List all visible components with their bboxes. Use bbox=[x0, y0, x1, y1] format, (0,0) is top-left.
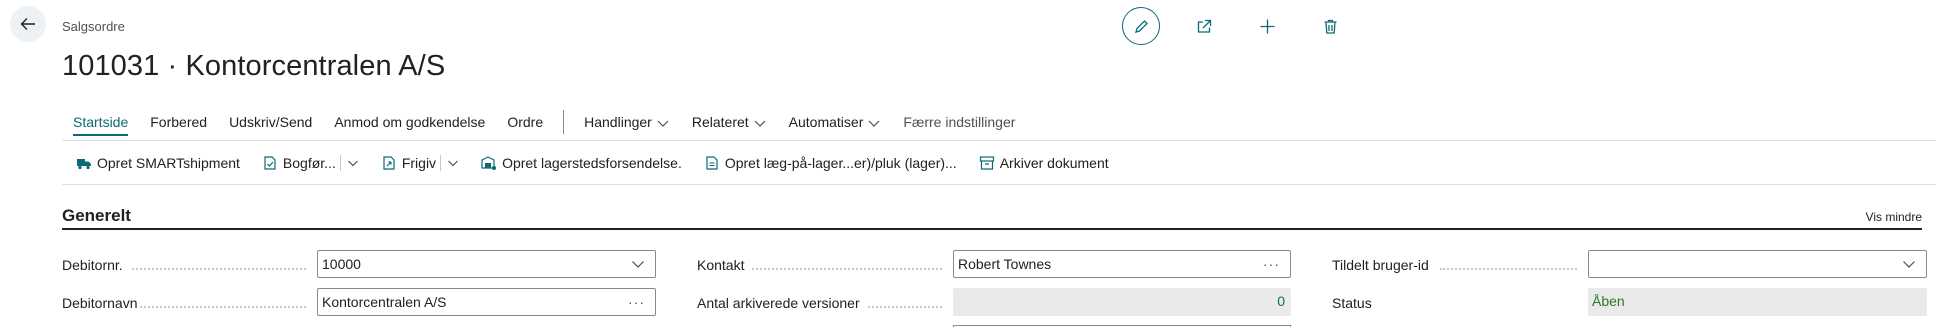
tab-anmod-om-godkendelse[interactable]: Anmod om godkendelse bbox=[334, 114, 485, 130]
arkiver-dokument-label: Arkiver dokument bbox=[999, 155, 1109, 171]
frigiv-label: Frigiv bbox=[401, 155, 437, 171]
frigiv-dropdown[interactable] bbox=[440, 155, 459, 171]
tab-forbered[interactable]: Forbered bbox=[150, 114, 207, 130]
bogfor-label: Bogfør... bbox=[282, 155, 336, 171]
debitornavn-label: Debitornavn bbox=[62, 295, 138, 311]
post-icon bbox=[264, 156, 276, 170]
edit-icon bbox=[1134, 19, 1148, 33]
opret-smartshipment-label: Opret SMARTshipment bbox=[97, 155, 240, 171]
chevron-down-icon bbox=[347, 160, 358, 167]
chevron-down-icon bbox=[448, 160, 458, 167]
chevron-down-icon bbox=[1903, 261, 1915, 268]
chevron-down-icon bbox=[657, 120, 669, 127]
debitornavn-field[interactable]: Kontorcentralen A/S ··· bbox=[317, 288, 656, 316]
warehouse-shipment-icon bbox=[481, 156, 497, 170]
tildelt-bruger-id-label: Tildelt bruger-id bbox=[1332, 257, 1429, 273]
opret-laeg-paa-lager-label: Opret læg-på-lager...er)/pluk (lager)... bbox=[724, 155, 957, 171]
tab-divider bbox=[563, 110, 565, 134]
status-field: Åben bbox=[1588, 288, 1927, 316]
tab-faerre-indstillinger[interactable]: Færre indstillinger bbox=[903, 114, 1015, 130]
tab-handlinger[interactable]: Handlinger bbox=[584, 114, 670, 130]
debitornavn-value: Kontorcentralen A/S bbox=[322, 294, 447, 310]
add-icon bbox=[1260, 19, 1274, 33]
archive-icon bbox=[979, 156, 994, 170]
kontakt-field[interactable]: Robert Townes ··· bbox=[953, 250, 1291, 278]
frigiv-button[interactable]: Frigiv bbox=[381, 155, 459, 171]
opret-smartshipment-button[interactable]: Opret SMARTshipment bbox=[76, 155, 240, 171]
back-button[interactable] bbox=[10, 6, 46, 42]
kontakt-value: Robert Townes bbox=[958, 256, 1052, 272]
arkiver-dokument-button[interactable]: Arkiver dokument bbox=[979, 155, 1109, 171]
chevron-down-icon bbox=[754, 120, 766, 127]
section-title[interactable]: Generelt bbox=[62, 206, 131, 226]
top-action-bar bbox=[1122, 6, 1374, 46]
debitornr-value: 10000 bbox=[322, 256, 361, 272]
show-less-link[interactable]: Vis mindre bbox=[1866, 210, 1922, 224]
tab-startside[interactable]: Startside bbox=[73, 114, 129, 136]
opret-laeg-paa-lager-button[interactable]: Opret læg-på-lager...er)/pluk (lager)... bbox=[704, 155, 957, 171]
tab-relateret-label: Relateret bbox=[691, 113, 749, 130]
tildelt-bruger-id-field[interactable] bbox=[1588, 250, 1927, 278]
antal-arkiverede-versioner-field[interactable]: 0 bbox=[953, 288, 1291, 316]
debitornr-dropdown[interactable] bbox=[631, 251, 645, 277]
chevron-down-icon bbox=[868, 120, 880, 127]
add-button[interactable] bbox=[1248, 7, 1286, 45]
delete-button[interactable] bbox=[1311, 7, 1349, 45]
status-label: Status bbox=[1332, 295, 1372, 311]
page-title: 101031 · Kontorcentralen A/S bbox=[62, 50, 446, 82]
delete-icon bbox=[1324, 19, 1336, 34]
leader-dots bbox=[1440, 268, 1577, 270]
tildelt-bruger-id-dropdown[interactable] bbox=[1902, 251, 1916, 277]
chevron-down-icon bbox=[632, 261, 644, 268]
opret-lagerstedsforsendelse-button[interactable]: Opret lagerstedsforsendelse. bbox=[481, 155, 682, 171]
tab-handlinger-label: Handlinger bbox=[584, 113, 652, 130]
share-button[interactable] bbox=[1185, 7, 1223, 45]
leader-dots bbox=[140, 306, 306, 308]
antal-arkiverede-versioner-label: Antal arkiverede versioner bbox=[697, 295, 860, 311]
kontakt-lookup-button[interactable]: ··· bbox=[1263, 251, 1280, 277]
debitornavn-lookup-button[interactable]: ··· bbox=[628, 289, 645, 315]
debitornr-field[interactable]: 10000 bbox=[317, 250, 656, 278]
bogfor-button[interactable]: Bogfør... bbox=[262, 155, 359, 171]
tab-udskriv-send[interactable]: Udskriv/Send bbox=[229, 114, 312, 130]
leader-dots bbox=[132, 268, 306, 270]
truck-icon bbox=[77, 159, 91, 170]
tab-automatiser[interactable]: Automatiser bbox=[789, 114, 882, 130]
edit-button[interactable] bbox=[1122, 7, 1160, 45]
section-header: Generelt Vis mindre bbox=[62, 206, 1922, 230]
arrow-left-icon bbox=[20, 18, 35, 30]
action-bar: Opret SMARTshipment Bogfør... Frigiv Opr… bbox=[76, 153, 1131, 173]
bogfor-dropdown[interactable] bbox=[339, 155, 359, 171]
release-icon bbox=[383, 156, 395, 170]
tab-automatiser-label: Automatiser bbox=[788, 113, 864, 130]
document-icon bbox=[706, 156, 718, 170]
opret-lagerstedsforsendelse-label: Opret lagerstedsforsendelse. bbox=[502, 155, 682, 171]
tab-ordre[interactable]: Ordre bbox=[507, 114, 543, 130]
tabs-divider bbox=[62, 140, 1936, 141]
debitornr-label: Debitornr. bbox=[62, 257, 123, 273]
leader-dots bbox=[752, 268, 942, 270]
kontakt-label: Kontakt bbox=[697, 257, 745, 273]
leader-dots bbox=[868, 306, 942, 308]
action-tabs: Startside Forbered Udskriv/Send Anmod om… bbox=[73, 110, 1037, 136]
tab-relateret[interactable]: Relateret bbox=[692, 114, 767, 130]
page-caption: Salgsordre bbox=[62, 19, 125, 34]
share-icon bbox=[1197, 19, 1211, 33]
actionbar-divider bbox=[62, 184, 1936, 185]
